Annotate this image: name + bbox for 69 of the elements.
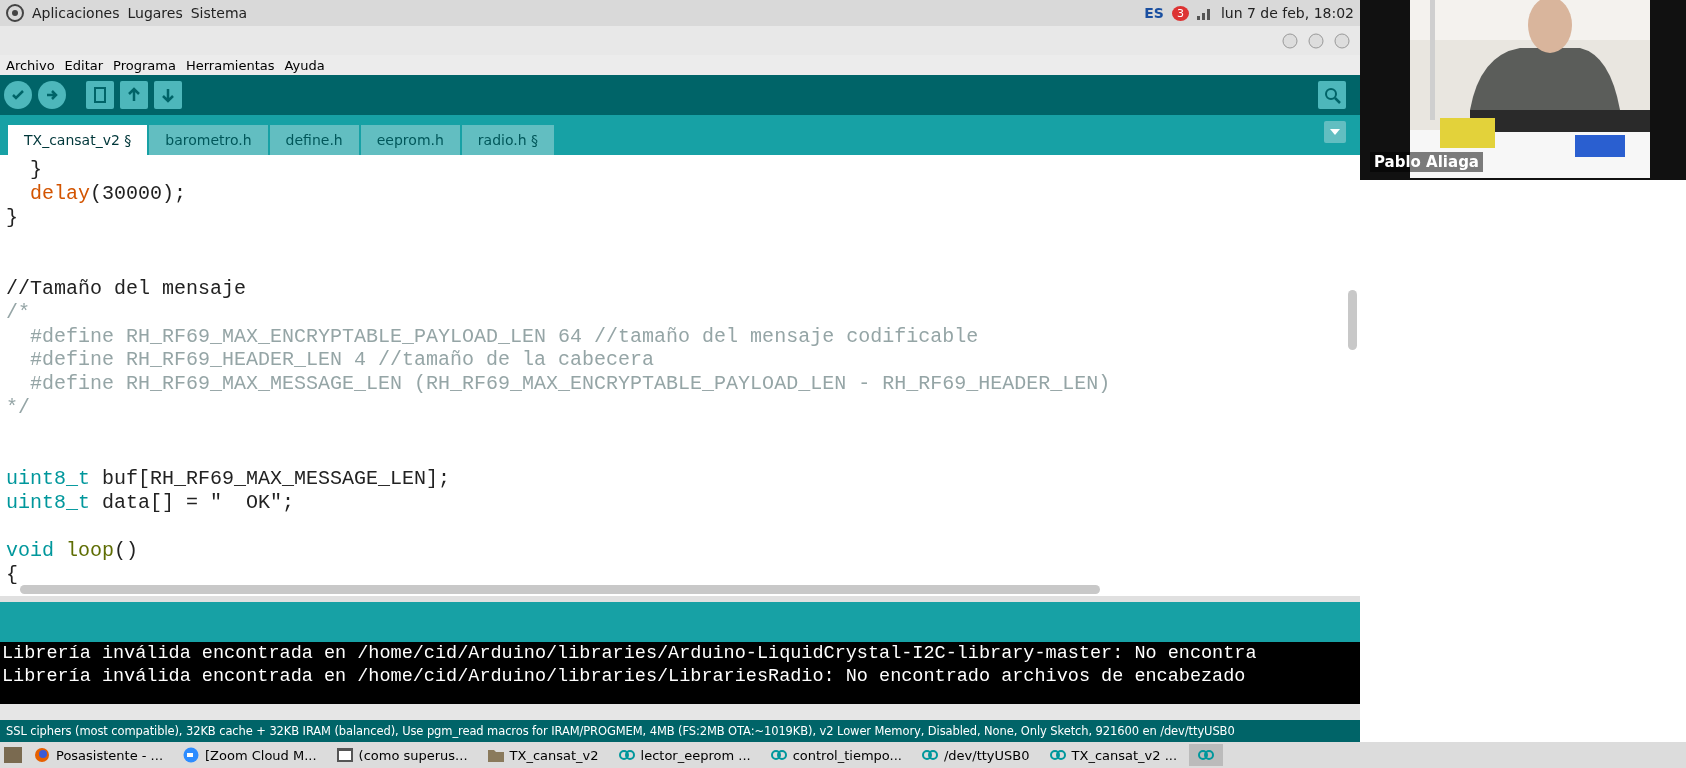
notification-badge[interactable]: 3 — [1171, 5, 1189, 21]
tab-menu-button[interactable] — [1324, 121, 1346, 143]
save-button[interactable] — [154, 81, 182, 109]
taskbar-item[interactable]: control_tiempo... — [762, 745, 910, 765]
arrow-down-icon — [161, 87, 175, 103]
menu-item[interactable]: Programa — [113, 57, 176, 73]
menu-item[interactable]: Archivo — [6, 57, 55, 73]
horizontal-scrollbar[interactable] — [20, 585, 1100, 594]
taskbar-item[interactable]: TX_cansat_v2 ... — [1041, 745, 1186, 765]
menu-item[interactable]: Editar — [64, 57, 104, 73]
file-tab[interactable]: eeprom.h — [360, 125, 460, 155]
signal-icon[interactable] — [1196, 6, 1213, 20]
verify-button[interactable] — [4, 81, 32, 109]
terminal-icon — [336, 748, 353, 762]
code-line: #define RH_RF69_MAX_ENCRYPTABLE_PAYLOAD_LEN 64 //tamaño del mensaje codificable — [29, 324, 980, 349]
taskbar-item[interactable]: lector_eeprom ... — [610, 745, 759, 765]
infinity-icon — [618, 749, 635, 761]
camera-icon — [183, 747, 199, 763]
code-line: uint8_t buf[RH_RF69_MAX_MESSAGE_LEN]; — [5, 467, 452, 492]
keyboard-layout[interactable]: ES — [1144, 5, 1164, 21]
taskbar-item[interactable]: /dev/ttyUSB0 — [913, 745, 1038, 765]
arrow-up-icon — [127, 87, 141, 103]
taskbar-item[interactable]: Posasistente - ... — [26, 745, 171, 765]
maximize-icon[interactable] — [1308, 32, 1324, 49]
code-line: //Tamaño del mensaje — [5, 277, 248, 301]
console-line: Librería inválida encontrada en /home/cid/Arduino/libraries/Arduino-LiquidCrystal-I2C-library-master: No encontra — [1, 642, 1258, 665]
infinity-icon — [770, 749, 787, 761]
close-icon[interactable] — [1334, 32, 1350, 49]
code-line: #define RH_RF69_MAX_MESSAGE_LEN (RH_RF69_MAX_ENCRYPTABLE_PAYLOAD_LEN - RH_RF69_HEADER_LEN) — [29, 372, 1112, 396]
menu-item[interactable]: Ayuda — [284, 57, 325, 73]
taskbar-item[interactable]: [Zoom Cloud M... — [175, 745, 325, 765]
panel-menu[interactable]: Lugares — [127, 5, 183, 21]
taskbar-item[interactable]: (como superus... — [328, 745, 476, 765]
code-line: /* — [5, 300, 31, 325]
infinity-icon — [1049, 749, 1066, 761]
code-line: } — [5, 205, 19, 230]
board-status: SSL ciphers (most compatible), 32KB cache + 32KB IRAM (balanced), Use pgm_read macros for IRAM/PROGMEM, 4MB (FS:2MB OTA:~1019KB), v2 Lower Memory, Disabled, None, Only Sketch, 921600 en /dev/ttyUSB0 — [0, 720, 1360, 742]
code-line: uint8_t data[] = " OK"; — [5, 491, 296, 515]
page-icon — [93, 87, 107, 103]
code-line: } — [29, 158, 43, 182]
taskbar-app-button[interactable] — [1189, 744, 1224, 766]
menu-item[interactable]: Herramientas — [185, 57, 275, 73]
serial-monitor-button[interactable] — [1318, 81, 1346, 109]
panel-menu[interactable]: Sistema — [190, 5, 248, 21]
globe-icon — [34, 747, 50, 763]
participant-name: Pablo Aliaga — [1370, 152, 1483, 172]
file-tab[interactable]: define.h — [269, 125, 359, 155]
open-button[interactable] — [120, 81, 148, 109]
caret-icon — [1330, 129, 1340, 135]
file-tab[interactable]: barometro.h — [149, 125, 268, 155]
infinity-icon — [1198, 749, 1215, 761]
new-button[interactable] — [86, 81, 114, 109]
search-icon — [1323, 86, 1341, 104]
file-tab[interactable]: TX_cansat_v2 § — [8, 125, 148, 155]
vertical-scrollbar[interactable] — [1348, 290, 1357, 350]
minimize-icon[interactable] — [1282, 32, 1298, 49]
file-tab[interactable]: radio.h § — [461, 125, 555, 155]
code-line: void loop() — [5, 538, 140, 563]
infinity-icon — [921, 749, 938, 761]
clock[interactable]: lun 7 de feb, 18:02 — [1220, 5, 1354, 21]
code-line: */ — [5, 395, 31, 420]
taskbar-item[interactable]: TX_cansat_v2 — [479, 745, 607, 765]
code-line: { — [5, 562, 19, 587]
upload-button[interactable] — [38, 81, 66, 109]
code-line: delay(30000); — [29, 181, 188, 206]
code-line: #define RH_RF69_HEADER_LEN 4 //tamaño de la cabecera — [29, 348, 656, 373]
panel-menu[interactable]: Aplicaciones — [32, 5, 120, 21]
console-line: Librería inválida encontrada en /home/cid/Arduino/libraries/LibrariesRadio: No encontrado archivos de encabezado — [1, 665, 1247, 688]
folder-icon — [487, 748, 504, 762]
